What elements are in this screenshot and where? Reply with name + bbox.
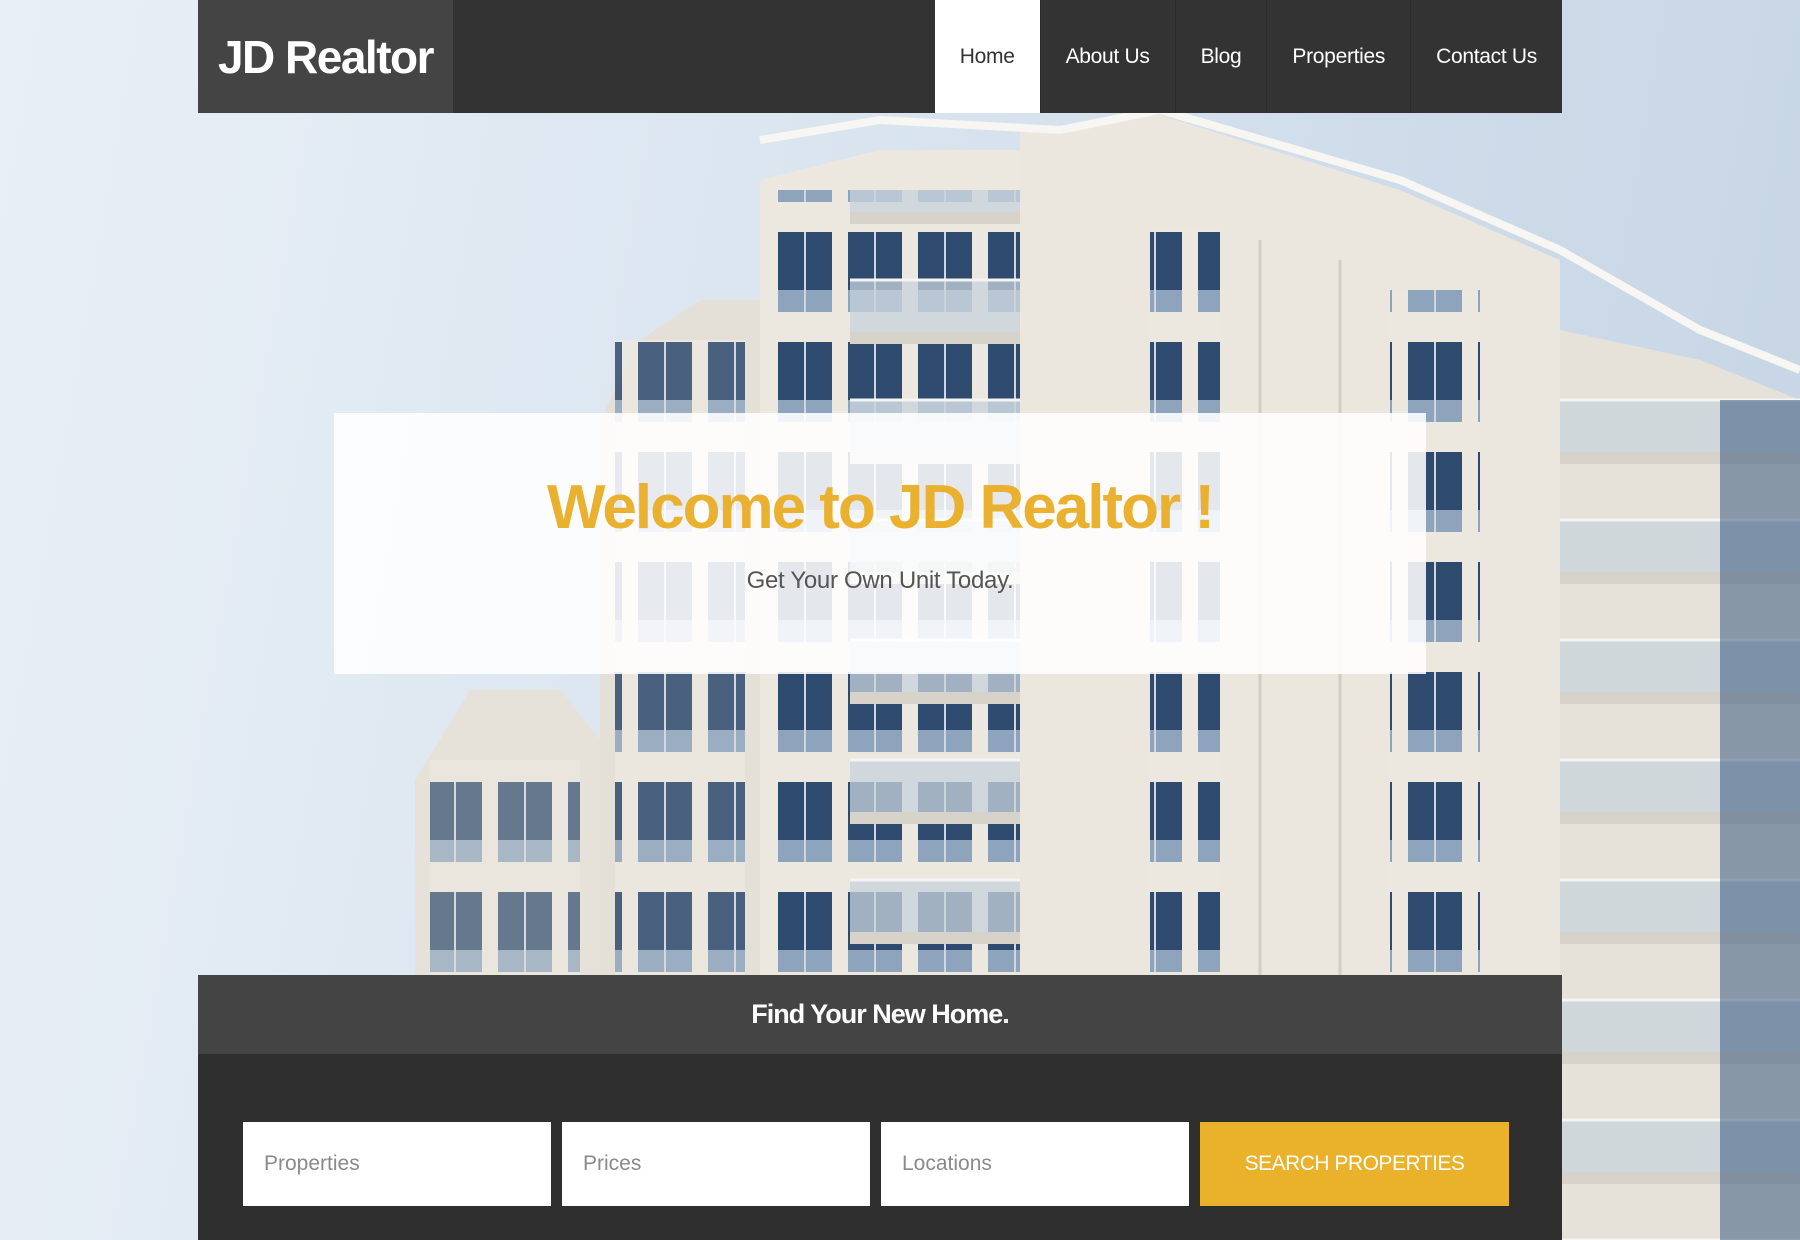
search-heading: Find Your New Home. — [198, 975, 1562, 1054]
page: JD Realtor Home About Us Blog Properties… — [0, 0, 1800, 1240]
nav-item-home[interactable]: Home — [934, 0, 1040, 113]
search-properties-button[interactable]: SEARCH PROPERTIES — [1200, 1122, 1509, 1206]
nav-item-contact-us[interactable]: Contact Us — [1410, 0, 1562, 113]
search-form: SEARCH PROPERTIES — [243, 1122, 1509, 1206]
site-header: JD Realtor Home About Us Blog Properties… — [198, 0, 1562, 113]
properties-input[interactable] — [243, 1122, 551, 1206]
nav-item-blog[interactable]: Blog — [1174, 0, 1267, 113]
locations-input[interactable] — [881, 1122, 1189, 1206]
nav-item-properties[interactable]: Properties — [1266, 0, 1410, 113]
nav-item-about-us[interactable]: About Us — [1039, 0, 1175, 113]
main-nav: Home About Us Blog Properties Contact Us — [934, 0, 1562, 113]
prices-input[interactable] — [562, 1122, 870, 1206]
hero-welcome-box: Welcome to JD Realtor ! Get Your Own Uni… — [334, 413, 1426, 674]
search-panel: Find Your New Home. SEARCH PROPERTIES — [198, 975, 1562, 1240]
hero-title: Welcome to JD Realtor ! — [546, 473, 1215, 542]
hero-subtitle: Get Your Own Unit Today. — [746, 567, 1014, 594]
site-logo[interactable]: JD Realtor — [198, 0, 453, 113]
